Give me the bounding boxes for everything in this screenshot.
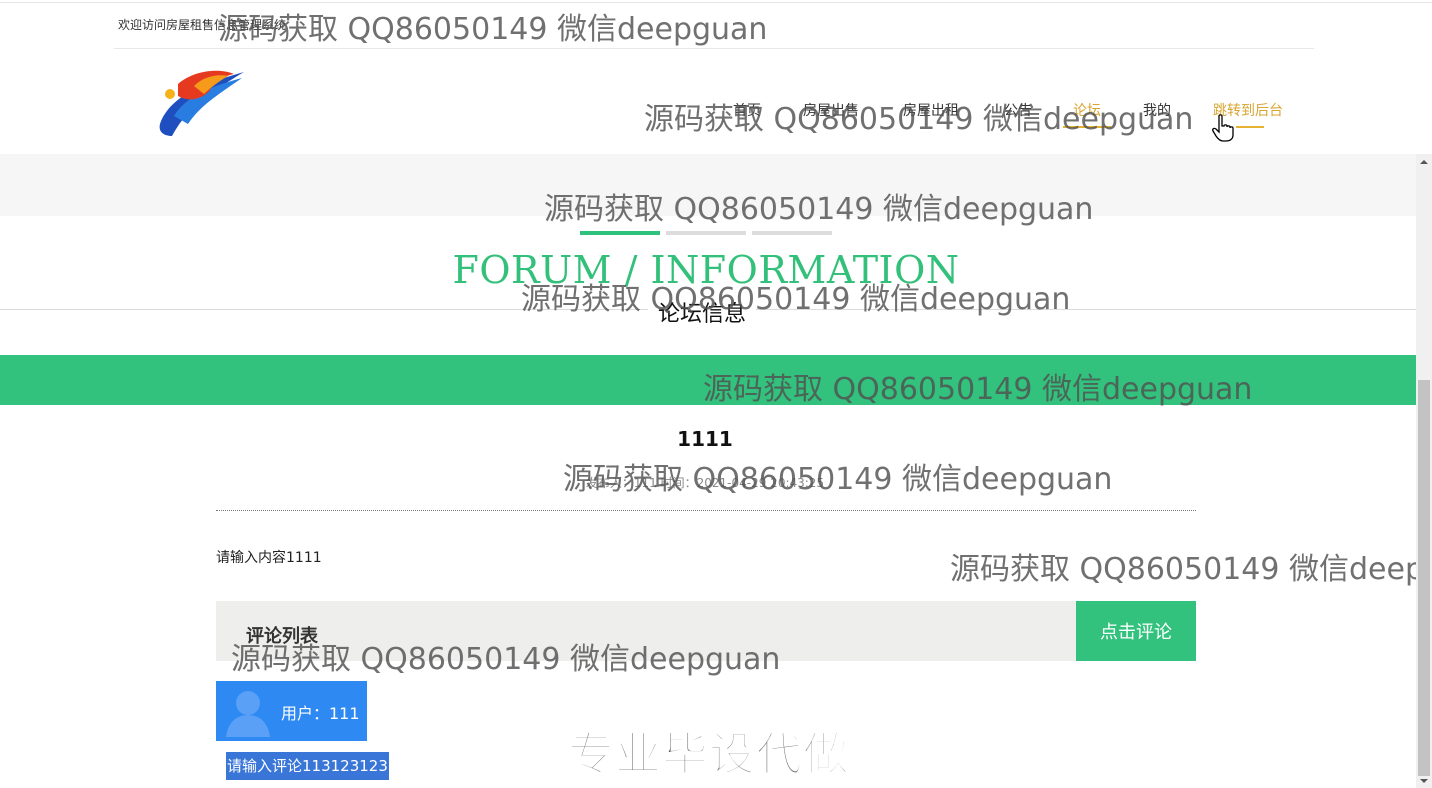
section-indicator <box>752 231 832 235</box>
post-divider <box>216 510 1196 511</box>
watermark: 源码获取 QQ86050149 微信deepguan <box>703 372 1253 407</box>
header-divider <box>114 48 1314 49</box>
section-indicator-active <box>580 231 660 235</box>
post-content: 请输入内容1111 <box>216 550 322 566</box>
add-comment-button[interactable]: 点击评论 <box>1076 601 1196 661</box>
post-title: 1111 <box>677 427 733 451</box>
watermark: 源码获取 QQ86050149 微信deepguan <box>231 642 781 677</box>
top-divider <box>0 2 1432 3</box>
watermark: 源码获取 QQ86050149 微信deepguan <box>644 102 1194 137</box>
watermark: 源码获取 QQ86050149 微信deepguan <box>544 192 1094 227</box>
comment-text: 请输入评论113123123 <box>226 752 389 780</box>
watermark: 源码获取 QQ86050149 微信deepguan <box>218 12 768 47</box>
watermark: 源码获取 QQ86050149 微信deepguan <box>563 462 1113 497</box>
scrollbar-thumb[interactable] <box>1418 380 1430 776</box>
nav-admin-underline <box>1236 126 1264 128</box>
scroll-down-icon[interactable] <box>1419 776 1429 786</box>
scroll-up-icon[interactable] <box>1419 157 1429 167</box>
avatar-icon <box>226 691 270 737</box>
logo-icon[interactable] <box>154 66 248 138</box>
hand-cursor-icon <box>1212 114 1234 142</box>
comment-user-name: 用户：111 <box>281 704 360 723</box>
promo-watermark: 专业毕设代做 <box>567 726 850 782</box>
watermark: 源码获取 QQ86050149 微信deepg <box>950 552 1432 587</box>
watermark: 源码获取 QQ86050149 微信deepguan <box>521 282 1071 317</box>
section-indicator <box>666 231 746 235</box>
